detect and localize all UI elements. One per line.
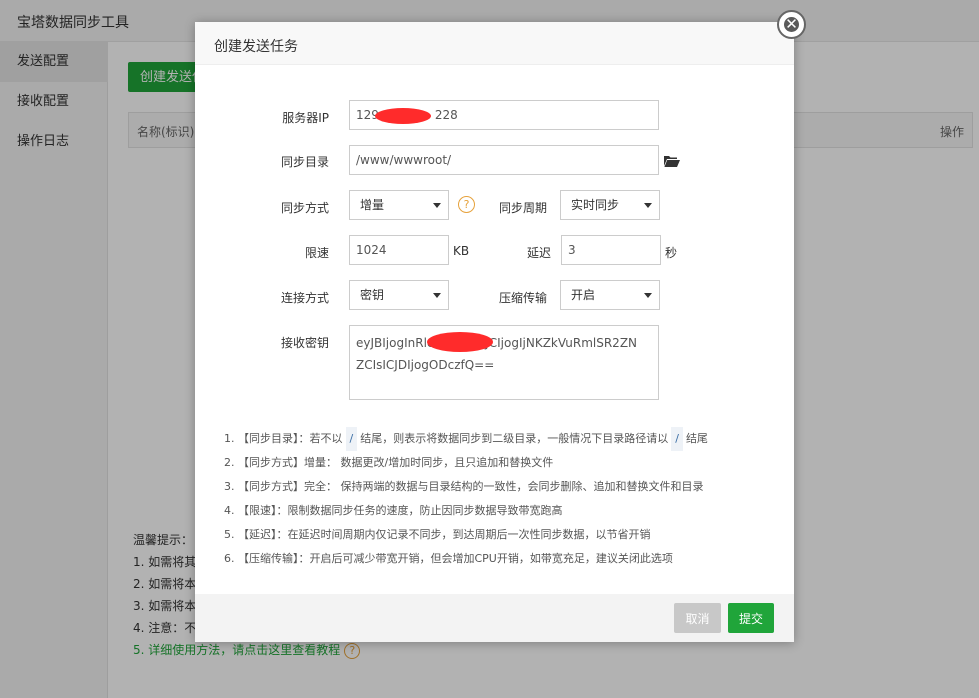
conn-mode-value: 密钥	[360, 288, 385, 302]
close-dialog-button[interactable]: ✕	[777, 10, 806, 39]
sync-period-select[interactable]: 实时同步	[560, 190, 660, 220]
dialog-header: 创建发送任务	[195, 22, 794, 65]
compress-value: 开启	[571, 288, 596, 302]
note-3: 3. 【同步方式】完全： 保持两端的数据与目录结构的一致性，会同步删除、追加和替…	[224, 480, 704, 493]
chevron-down-icon	[433, 293, 441, 298]
create-task-dialog: 创建发送任务 服务器IP 129 228 同步目录 /www/wwwroot/ 同…	[195, 22, 794, 642]
sync-period-label: 同步周期	[498, 201, 547, 215]
close-icon: ✕	[785, 15, 798, 33]
delay-unit: 秒	[665, 246, 678, 260]
conn-mode-select[interactable]: 密钥	[349, 280, 449, 310]
speed-limit-label: 限速	[304, 246, 329, 260]
secret-key-line1-start: eyJBIjogInRlc	[356, 336, 434, 350]
secret-key-textarea[interactable]: eyJBIjogInRlc IsICJCIjogIjNKZkVuRmlSR2ZN …	[349, 325, 659, 400]
secret-key-line2: ZCIsICJDIjogODczfQ==	[356, 358, 495, 372]
compress-select[interactable]: 开启	[560, 280, 660, 310]
redaction-mark	[427, 332, 493, 352]
cancel-button[interactable]: 取消	[674, 603, 721, 633]
slash-code: /	[671, 427, 683, 451]
question-circle-icon[interactable]: ?	[458, 196, 475, 213]
submit-button[interactable]: 提交	[728, 603, 774, 633]
chevron-down-icon	[433, 203, 441, 208]
chevron-down-icon	[644, 293, 652, 298]
server-ip-value-end: 228	[434, 108, 458, 122]
conn-mode-label: 连接方式	[280, 291, 329, 305]
secret-key-label: 接收密钥	[280, 336, 329, 350]
note-1: 1. 【同步目录】：若不以 / 结尾，则表示将数据同步到二级目录，一般情况下目录路径…	[224, 427, 784, 451]
sync-period-value: 实时同步	[571, 198, 620, 212]
note-5: 5. 【延迟】：在延迟时间周期内仅记录不同步，到达周期后一次性同步数据，以节省开…	[224, 528, 651, 541]
sync-mode-select[interactable]: 增量	[349, 190, 449, 220]
sync-dir-input[interactable]: /www/wwwroot/	[349, 145, 659, 175]
note-1-part-c: 结尾	[685, 432, 708, 445]
sync-mode-label: 同步方式	[280, 201, 329, 215]
speed-limit-unit: KB	[453, 244, 470, 258]
delay-input[interactable]: 3	[561, 235, 661, 265]
note-1-part-b: 结尾，则表示将数据同步到二级目录，一般情况下目录路径请以	[360, 432, 669, 445]
sync-dir-label: 同步目录	[280, 155, 329, 169]
speed-limit-input[interactable]: 1024	[349, 235, 449, 265]
dialog-title: 创建发送任务	[214, 39, 298, 55]
server-ip-label: 服务器IP	[282, 111, 329, 125]
note-6: 6. 【压缩传输】：开启后可减少带宽开销，但会增加CPU开销，如带宽充足，建议关…	[224, 552, 673, 565]
note-2: 2. 【同步方式】增量： 数据更改/增加时同步，且只追加和替换文件	[224, 456, 554, 469]
slash-code: /	[345, 427, 358, 451]
folder-open-icon[interactable]	[664, 155, 680, 167]
compress-label: 压缩传输	[498, 291, 547, 305]
note-1-part-a: 1. 【同步目录】：若不以	[224, 432, 343, 445]
sync-mode-value: 增量	[360, 198, 385, 212]
chevron-down-icon	[644, 203, 652, 208]
note-4: 4. 【限速】：限制数据同步任务的速度，防止因同步数据导致带宽跑高	[224, 504, 563, 517]
delay-label: 延迟	[526, 246, 551, 260]
help-notes: 1. 【同步目录】：若不以 / 结尾，则表示将数据同步到二级目录，一般情况下目录路径…	[224, 427, 784, 571]
redaction-mark	[375, 108, 431, 124]
dialog-footer: 取消 提交	[195, 594, 794, 642]
